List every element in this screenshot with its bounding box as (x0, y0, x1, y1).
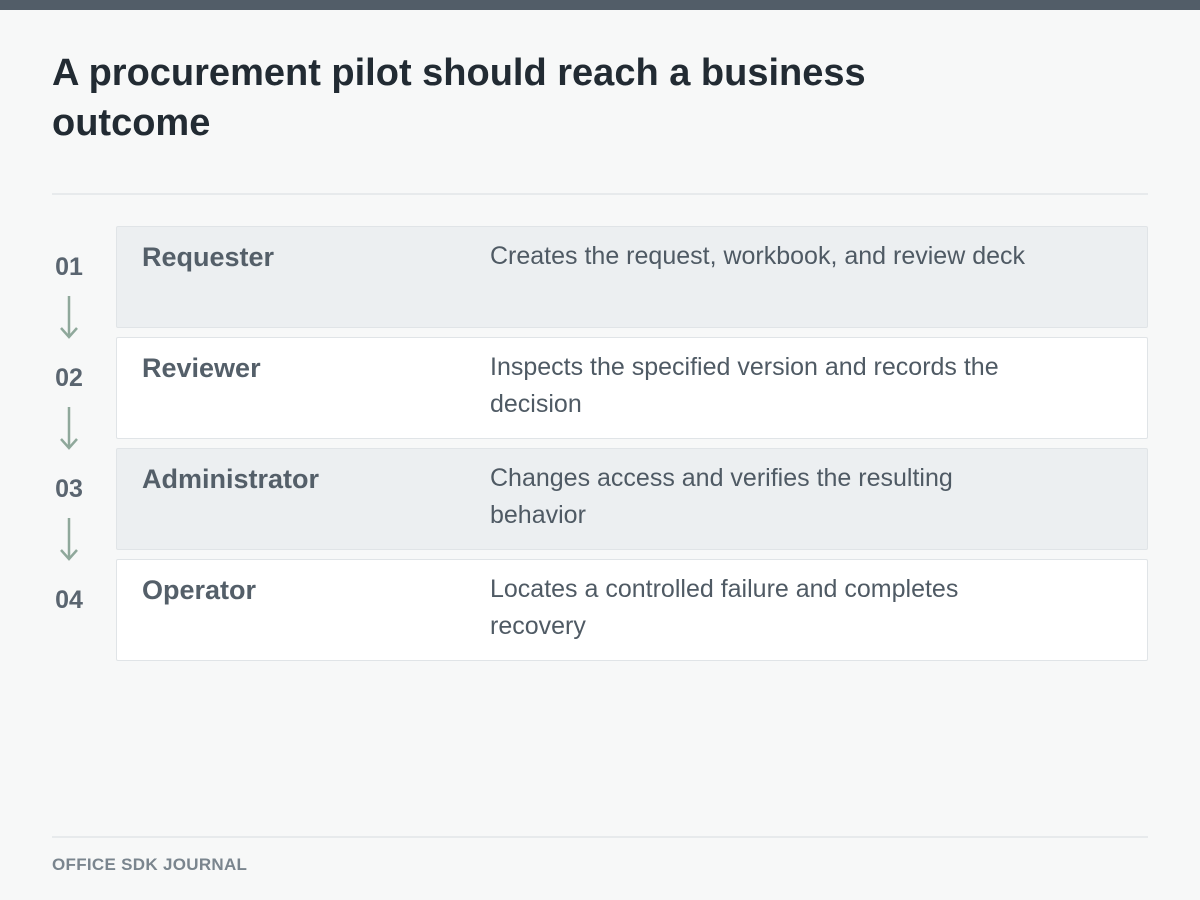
step-list: 01 Requester Creates the request, workbo… (52, 226, 1148, 670)
page-title: A procurement pilot should reach a busin… (52, 52, 866, 144)
step-description: Inspects the specified version and recor… (490, 353, 999, 418)
top-accent-bar (0, 0, 1200, 10)
step-card: Administrator Changes access and verifie… (116, 448, 1148, 550)
step-description: Locates a controlled failure and complet… (490, 575, 959, 640)
step-description: Changes access and verifies the resultin… (490, 464, 953, 529)
step-item: 04 Operator Locates a controlled failure… (52, 559, 1148, 661)
step-number: 02 (55, 364, 83, 392)
step-card: Operator Locates a controlled failure an… (116, 559, 1148, 661)
arrow-down-icon (60, 518, 78, 561)
step-role: Requester (142, 242, 275, 272)
title-divider (52, 193, 1148, 195)
step-description: Creates the request, workbook, and revie… (490, 242, 1025, 270)
step-item: 02 Reviewer Inspects the specified versi… (52, 337, 1148, 450)
step-role: Administrator (142, 464, 320, 494)
arrow-down-icon (60, 407, 78, 450)
step-number: 03 (55, 475, 83, 503)
step-number: 04 (55, 586, 83, 614)
step-card: Reviewer Inspects the specified version … (116, 337, 1148, 439)
slide: A procurement pilot should reach a busin… (0, 0, 1200, 900)
step-item: 01 Requester Creates the request, workbo… (52, 226, 1148, 339)
footer-brand: OFFICE SDK JOURNAL (52, 855, 248, 874)
step-number: 01 (55, 253, 83, 281)
arrow-down-icon (60, 296, 78, 339)
step-role: Reviewer (142, 353, 261, 383)
step-item: 03 Administrator Changes access and veri… (52, 448, 1148, 561)
footer-divider (52, 836, 1148, 838)
step-role: Operator (142, 575, 257, 605)
step-card: Requester Creates the request, workbook,… (116, 226, 1148, 328)
